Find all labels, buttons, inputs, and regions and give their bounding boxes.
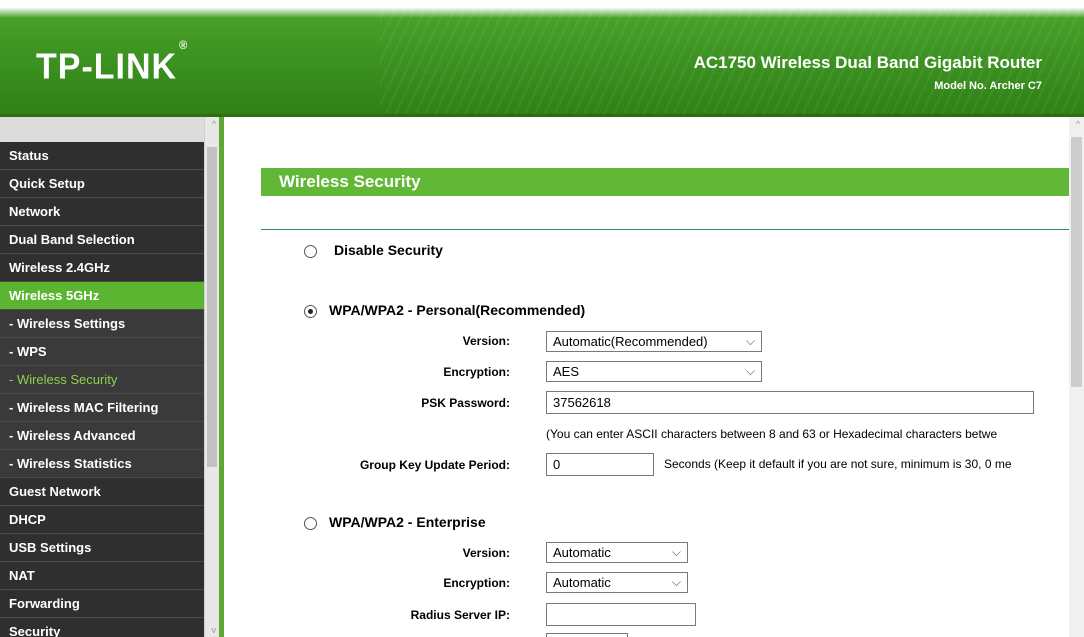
logo-registered-mark: ® (179, 39, 189, 52)
enterprise-encryption-select[interactable]: Automatic ⌵ (546, 572, 688, 593)
psk-help-text: (You can enter ASCII characters between … (546, 427, 998, 441)
sidebar-item-quick-setup[interactable]: Quick Setup (0, 170, 204, 198)
personal-encryption-value: AES (553, 364, 580, 379)
enterprise-version-value: Automatic (553, 545, 611, 560)
wpa-personal-label: WPA/WPA2 - Personal(Recommended) (329, 302, 586, 318)
sidebar-item-security[interactable]: Security (0, 618, 204, 637)
tplink-logo: TP-LINK® (36, 39, 188, 88)
sidebar-item-wireless-advanced[interactable]: - Wireless Advanced (0, 422, 204, 450)
header-top-band (0, 0, 1084, 18)
logo-text: TP-LINK (36, 47, 178, 87)
psk-password-input[interactable]: 37562618 (546, 391, 1034, 414)
sidebar-item-wireless-settings[interactable]: - Wireless Settings (0, 310, 204, 338)
chevron-down-icon: ⌵ (745, 364, 755, 378)
group-key-update-label: Group Key Update Period: (359, 458, 510, 472)
psk-password-label: PSK Password: (421, 396, 510, 410)
personal-encryption-select[interactable]: AES ⌵ (546, 361, 762, 382)
chevron-down-icon: ⌵ (671, 545, 681, 559)
sidebar-item-wireless-5ghz[interactable]: Wireless 5GHz (0, 282, 204, 310)
group-key-update-input[interactable]: 0 (546, 453, 654, 476)
personal-version-label: Version: (462, 334, 510, 348)
main-scroll-thumb[interactable] (1071, 137, 1082, 387)
wpa-personal-radio[interactable] (304, 305, 317, 318)
chevron-down-icon: ⌵ (745, 334, 755, 348)
enterprise-encryption-value: Automatic (553, 575, 611, 590)
sidebar-item-guest-network[interactable]: Guest Network (0, 478, 204, 506)
enterprise-encryption-label: Encryption: (443, 576, 510, 590)
group-key-help-text: Seconds (Keep it default if you are not … (664, 457, 1012, 471)
sidebar-top-gap (0, 117, 219, 142)
enterprise-version-select[interactable]: Automatic ⌵ (546, 542, 688, 563)
radius-server-ip-label: Radius Server IP: (410, 608, 510, 622)
disable-security-label: Disable Security (334, 242, 443, 258)
product-name: AC1750 Wireless Dual Band Gigabit Router (693, 53, 1042, 72)
personal-version-select[interactable]: Automatic(Recommended) ⌵ (546, 331, 762, 352)
personal-version-value: Automatic(Recommended) (553, 334, 708, 349)
chevron-down-icon: ⌵ (671, 575, 681, 589)
sidebar-scrollbar[interactable]: ^ v (204, 117, 219, 637)
sidebar-menu: Status Quick Setup Network Dual Band Sel… (0, 117, 219, 637)
radius-server-ip-input[interactable] (546, 603, 696, 626)
main-scrollbar[interactable]: ^ (1069, 117, 1084, 637)
sidebar-item-usb-settings[interactable]: USB Settings (0, 534, 204, 562)
enterprise-version-label: Version: (462, 546, 510, 560)
radius-port-input[interactable] (546, 633, 628, 637)
title-rule (261, 229, 1071, 230)
sidebar-item-dual-band-selection[interactable]: Dual Band Selection (0, 226, 204, 254)
sidebar-item-status[interactable]: Status (0, 142, 204, 170)
wpa-enterprise-radio[interactable] (304, 517, 317, 530)
sidebar-item-wps[interactable]: - WPS (0, 338, 204, 366)
sidebar-item-nat[interactable]: NAT (0, 562, 204, 590)
wpa-enterprise-label: WPA/WPA2 - Enterprise (329, 514, 486, 530)
disable-security-radio[interactable] (304, 245, 317, 258)
page-title: Wireless Security (261, 168, 1071, 196)
main-content: Wireless Security Disable Security WPA/W… (224, 117, 1084, 637)
sidebar-scroll-thumb[interactable] (207, 147, 217, 467)
sidebar-item-forwarding[interactable]: Forwarding (0, 590, 204, 618)
sidebar-item-wireless-statistics[interactable]: - Wireless Statistics (0, 450, 204, 478)
scroll-up-icon[interactable]: ^ (212, 119, 216, 129)
sidebar-item-wireless-security[interactable]: - Wireless Security (0, 366, 204, 394)
header: TP-LINK® AC1750 Wireless Dual Band Gigab… (0, 0, 1084, 117)
scroll-down-icon[interactable]: v (212, 625, 217, 635)
sidebar-item-network[interactable]: Network (0, 198, 204, 226)
sidebar-item-dhcp[interactable]: DHCP (0, 506, 204, 534)
scroll-up-icon[interactable]: ^ (1076, 119, 1080, 129)
sidebar-item-wireless-mac-filtering[interactable]: - Wireless MAC Filtering (0, 394, 204, 422)
model-number: Model No. Archer C7 (934, 80, 1042, 92)
personal-encryption-label: Encryption: (443, 365, 510, 379)
sidebar-item-wireless-24ghz[interactable]: Wireless 2.4GHz (0, 254, 204, 282)
